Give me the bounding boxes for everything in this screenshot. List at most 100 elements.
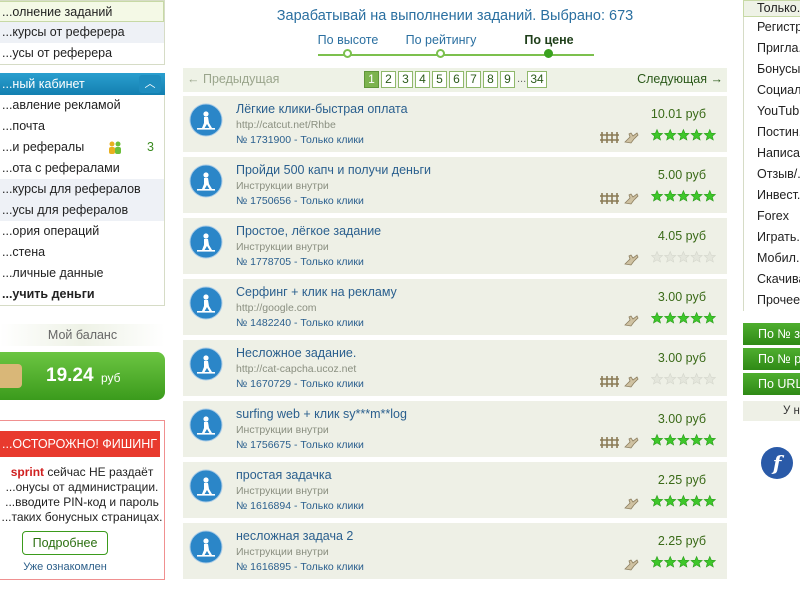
cabinet-item-ads[interactable]: ...авление рекламой	[0, 95, 164, 116]
category-item[interactable]: Forex	[744, 206, 800, 227]
star-icon	[703, 372, 717, 385]
fence-icon	[600, 193, 619, 204]
rating-stars	[651, 311, 717, 324]
search-buttons: По № з... По № р... По URL...	[743, 323, 800, 395]
category-item[interactable]: Регистр...	[744, 17, 800, 38]
next-page-link[interactable]: Следующая →	[637, 72, 723, 86]
hand-icon	[624, 559, 639, 571]
category-item[interactable]: Прочее...	[744, 290, 800, 311]
cabinet-item-withdraw[interactable]: ...учить деньги	[0, 284, 164, 305]
hand-icon	[624, 376, 639, 388]
worker-icon	[189, 103, 223, 137]
task-row[interactable]: Лёгкие клики-быстрая оплата http://catcut…	[183, 96, 727, 153]
task-row[interactable]: Несложное задание. http://cat-capcha.ucoz…	[183, 340, 727, 397]
sort-by-height[interactable]: По высоте	[303, 33, 393, 58]
task-title[interactable]: Серфинг + клик на рекламу	[236, 285, 397, 299]
page-link-5[interactable]: 5	[432, 71, 447, 88]
chevron-up-icon[interactable]: ︿	[139, 75, 161, 93]
star-icon	[651, 555, 664, 568]
star-icon	[703, 128, 717, 141]
page-link-34[interactable]: 34	[527, 71, 547, 88]
phishing-more-button[interactable]: Подробнее	[22, 531, 108, 555]
sort-by-height-label: По высоте	[317, 33, 379, 47]
category-item[interactable]: YouTub...	[744, 101, 800, 122]
menu-item-tasks[interactable]: ...олнение заданий	[0, 1, 164, 22]
referrals-count: 3	[147, 140, 154, 154]
cabinet-item-mail[interactable]: ...почта	[0, 116, 164, 137]
star-icon	[703, 189, 717, 202]
page-link-3[interactable]: 3	[398, 71, 413, 88]
category-item[interactable]: Пригла...	[744, 38, 800, 59]
star-icon	[651, 311, 664, 324]
search-button[interactable]: По № р...	[743, 348, 800, 370]
menu-item-referrer-bonuses[interactable]: ...усы от реферера	[0, 43, 164, 64]
star-icon	[690, 311, 703, 324]
cabinet-item-personal-data[interactable]: ...личные данные	[0, 263, 164, 284]
phishing-ack-link[interactable]: Уже ознакомлен	[0, 561, 130, 573]
task-row[interactable]: Пройди 500 капч и получи деньги Инструкци…	[183, 157, 727, 214]
cabinet-item-referrals[interactable]: ...и рефералы 3	[0, 137, 164, 158]
cabinet-item-referral-work[interactable]: ...ота с рефералами	[0, 158, 164, 179]
task-title[interactable]: Простое, лёгкое задание	[236, 224, 381, 238]
sort-by-rating[interactable]: По рейтингу	[396, 33, 486, 58]
category-item[interactable]: Играть...	[744, 227, 800, 248]
cabinet-item-history[interactable]: ...ория операций	[0, 221, 164, 242]
task-row[interactable]: простая задачка Инструкции внутри № 161689…	[183, 462, 727, 519]
page-link-6[interactable]: 6	[449, 71, 464, 88]
star-icon	[663, 189, 677, 202]
task-subtitle: Инструкции внутри	[236, 546, 329, 558]
category-header[interactable]: Только...	[743, 0, 800, 17]
category-item[interactable]: Социал...	[744, 80, 800, 101]
task-title[interactable]: Лёгкие клики-быстрая оплата	[236, 102, 408, 116]
task-row[interactable]: surfing web + клик sy***m**log Инструкции…	[183, 401, 727, 458]
task-row[interactable]: Простое, лёгкое задание Инструкции внутри…	[183, 218, 727, 275]
category-item[interactable]: Написа...	[744, 143, 800, 164]
page-link-8[interactable]: 8	[483, 71, 498, 88]
cabinet-item-referral-contests[interactable]: ...курсы для рефералов	[0, 179, 164, 200]
prev-page-link[interactable]: ← Предыдущая	[187, 72, 279, 86]
cabinet-header[interactable]: ...ный кабинет ︿	[0, 73, 165, 95]
category-item[interactable]: Мобил...	[744, 248, 800, 269]
task-title[interactable]: несложная задача 2	[236, 529, 353, 543]
task-number: № 1750656 - Только клики	[236, 195, 364, 207]
category-item[interactable]: Скачива...	[744, 269, 800, 290]
sort-by-rating-label: По рейтингу	[405, 33, 477, 47]
star-icon	[677, 189, 690, 202]
search-button[interactable]: По URL...	[743, 373, 800, 395]
page-link-9[interactable]: 9	[500, 71, 515, 88]
task-title[interactable]: Несложное задание.	[236, 346, 356, 360]
star-icon	[663, 311, 677, 324]
category-item[interactable]: Инвест...	[744, 185, 800, 206]
page-link-7[interactable]: 7	[466, 71, 481, 88]
worker-icon	[189, 469, 223, 503]
category-item[interactable]: Постин...	[744, 122, 800, 143]
task-title[interactable]: Пройди 500 капч и получи деньги	[236, 163, 431, 177]
page-link-1[interactable]: 1	[364, 71, 379, 88]
phishing-brand: sprint	[10, 465, 45, 479]
cabinet-item-wall[interactable]: ...стена	[0, 242, 164, 263]
task-price: 3.00 руб	[657, 351, 706, 365]
search-button[interactable]: По № з...	[743, 323, 800, 345]
menu-item-referrer-contests[interactable]: ...курсы от реферера	[0, 22, 164, 43]
rating-stars	[651, 555, 717, 568]
right-sidebar: Только... Регистр...Пригла...Бонусы...Со…	[743, 0, 800, 600]
task-title[interactable]: простая задачка	[236, 468, 332, 482]
task-row[interactable]: Серфинг + клик на рекламу http://google.c…	[183, 279, 727, 336]
page-link-4[interactable]: 4	[415, 71, 430, 88]
star-icon	[651, 128, 664, 141]
sort-by-price[interactable]: По цене	[504, 33, 594, 58]
balance-box[interactable]: 19.24 руб	[0, 352, 165, 400]
fence-icon	[600, 437, 619, 448]
task-title[interactable]: surfing web + клик sy***m**log	[236, 407, 407, 421]
task-subtitle: Инструкции внутри	[236, 485, 329, 497]
task-price: 10.01 руб	[650, 107, 706, 121]
page-link-2[interactable]: 2	[381, 71, 396, 88]
category-item[interactable]: Отзыв/...	[744, 164, 800, 185]
category-item[interactable]: Бонусы...	[744, 59, 800, 80]
cabinet-item-referral-bonuses[interactable]: ...усы для рефералов	[0, 200, 164, 221]
facebook-icon[interactable]: f	[761, 447, 793, 479]
task-subtitle: http://google.com	[236, 302, 317, 314]
task-row[interactable]: несложная задача 2 Инструкции внутри № 161…	[183, 523, 727, 580]
worker-icon	[189, 530, 223, 564]
task-price: 2.25 руб	[657, 534, 706, 548]
